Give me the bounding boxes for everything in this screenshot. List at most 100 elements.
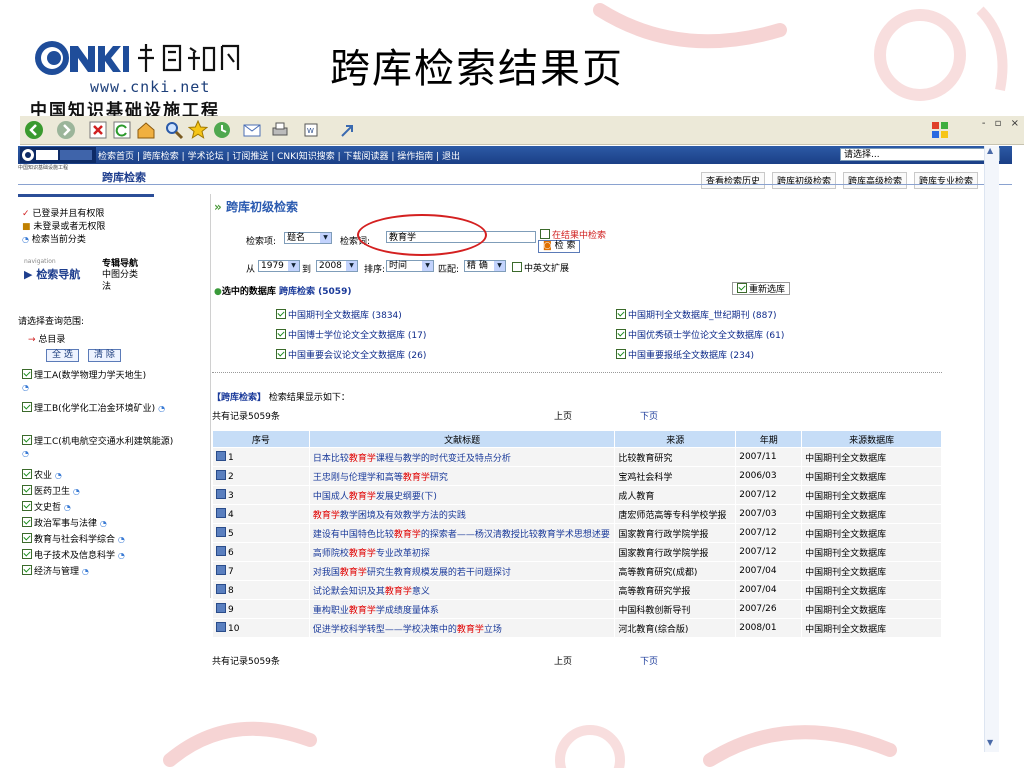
favorites-icon[interactable] (188, 120, 208, 140)
row-title[interactable]: 重构职业教育学学成绩度量体系 (308, 599, 616, 619)
checkbox[interactable] (22, 501, 32, 511)
nav-link-cross-db[interactable]: 跨库检索 (143, 152, 179, 162)
row-title[interactable]: 日本比较教育学课程与教学的时代变迁及特点分析 (308, 447, 616, 467)
back-icon[interactable] (24, 120, 44, 140)
db-item[interactable]: 中国重要会议论文全文数据库 (26) (276, 348, 426, 361)
window-controls[interactable]: - ▫ × (982, 118, 1022, 129)
search-icon[interactable]: ◔ (64, 503, 71, 512)
prev-page-link[interactable]: 上页 (554, 654, 572, 667)
table-row[interactable]: 2 王忠刚与伦理学和高等教育学研究 宝鸡社会科学 2006/03 中国期刊全文数据库 (212, 466, 942, 486)
search-icon[interactable]: ◔ (100, 519, 107, 528)
search-button[interactable]: ◙ 检 索 (538, 240, 581, 253)
row-title[interactable]: 促进学校科学转型——学校决策中的教育学立场 (308, 618, 616, 638)
home-icon[interactable] (136, 120, 156, 140)
select-all-button[interactable]: 全 选 (46, 349, 79, 362)
search-icon[interactable]: ◔ (158, 404, 165, 413)
search-icon[interactable]: ◔ (118, 535, 125, 544)
prev-page-link[interactable]: 上页 (554, 409, 572, 422)
checkbox[interactable] (22, 435, 32, 445)
print-icon[interactable] (270, 120, 290, 140)
next-page-link[interactable]: 下页 (640, 654, 658, 667)
table-row[interactable]: 8 试论默会知识及其教育学意义 高等教育研究学报 2007/04 中国期刊全文数据库 (212, 580, 942, 600)
table-row[interactable]: 9 重构职业教育学学成绩度量体系 中国科教创新导刊 2007/26 中国期刊全文数据库 (212, 599, 942, 619)
search-icon[interactable] (164, 120, 184, 140)
row-title[interactable]: 王忠刚与伦理学和高等教育学研究 (308, 466, 616, 486)
checkbox[interactable] (22, 402, 32, 412)
scroll-up-icon[interactable]: ▲ (987, 146, 993, 155)
checkbox[interactable] (22, 517, 32, 527)
scroll-down-icon[interactable]: ▼ (987, 738, 993, 747)
nav-link-subscribe[interactable]: 订阅推送 (232, 152, 268, 162)
messenger-icon[interactable] (338, 120, 358, 140)
category-item[interactable]: 农业 ◔ (22, 468, 62, 481)
checkbox[interactable] (616, 329, 626, 339)
sort-select[interactable]: 时间 ▼ (386, 260, 434, 272)
row-title[interactable]: 对我国教育学研究生教育规模发展的若干问题探讨 (308, 561, 616, 581)
vertical-scrollbar[interactable]: ▲ ▼ (984, 146, 999, 752)
row-title[interactable]: 教育学教学困境及有效教学方法的实践 (308, 504, 616, 524)
nav-link-search-home[interactable]: 检索首页 (98, 152, 134, 162)
checkbox[interactable] (22, 565, 32, 575)
checkbox[interactable] (512, 262, 522, 272)
table-row[interactable]: 10 促进学校科学转型——学校决策中的教育学立场 河北教育(综合版) 2008/01 中… (212, 618, 942, 638)
db-item[interactable]: 中国优秀硕士学位论文全文数据库 (61) (616, 328, 784, 341)
checkbox[interactable] (540, 229, 550, 239)
tab-expert-search[interactable]: 跨库专业检索 (914, 172, 979, 189)
category-item[interactable]: 理工C(机电航空交通水利建筑能源) ◔ (22, 435, 182, 460)
category-item[interactable]: 理工B(化学化工冶金环境矿业) ◔ (22, 402, 182, 415)
checkbox[interactable] (276, 309, 286, 319)
nav-link-guide[interactable]: 操作指南 (397, 152, 433, 162)
category-item[interactable]: 文史哲 ◔ (22, 500, 71, 513)
checkbox[interactable] (616, 309, 626, 319)
db-item[interactable]: 中国期刊全文数据库_世纪期刊 (887) (616, 308, 777, 321)
tab-search-history[interactable]: 查看检索历史 (701, 172, 766, 189)
search-icon[interactable]: ◔ (22, 383, 29, 392)
checkbox[interactable] (22, 533, 32, 543)
checkbox[interactable] (22, 469, 32, 479)
category-item[interactable]: 政治军事与法律 ◔ (22, 516, 107, 529)
checkbox[interactable] (276, 349, 286, 359)
match-select[interactable]: 精 确 ▼ (464, 260, 506, 272)
category-item[interactable]: 电子技术及信息科学 ◔ (22, 548, 125, 561)
table-row[interactable]: 5 建设有中国特色比较教育学的探索者——杨汉清教授比较教育学术思想述要 国家教育行政… (212, 523, 942, 543)
next-page-link[interactable]: 下页 (640, 409, 658, 422)
search-icon[interactable]: ◔ (82, 567, 89, 576)
db-item[interactable]: 中国期刊全文数据库 (3834) (276, 308, 402, 321)
category-item[interactable]: 理工A(数学物理力学天地生) ◔ (22, 369, 182, 394)
history-icon[interactable] (212, 120, 232, 140)
table-row[interactable]: 3 中国成人教育学发展史纲要(下) 成人教育 2007/12 中国期刊全文数据库 (212, 485, 942, 505)
checkbox[interactable] (22, 549, 32, 559)
db-item[interactable]: 中国博士学位论文全文数据库 (17) (276, 328, 426, 341)
checkbox[interactable] (22, 369, 32, 379)
category-item[interactable]: 经济与管理 ◔ (22, 564, 89, 577)
table-row[interactable]: 6 高师院校教育学专业改革初探 国家教育行政学院学报 2007/12 中国期刊全文数据库 (212, 542, 942, 562)
nav-link-album[interactable]: 专辑导航 (102, 256, 138, 269)
nav-link-download-reader[interactable]: 下载阅读器 (343, 152, 388, 162)
search-icon[interactable]: ◔ (118, 551, 125, 560)
reselect-db-button[interactable]: 重新选库 (732, 282, 791, 295)
db-item[interactable]: 中国重要报纸全文数据库 (234) (616, 348, 754, 361)
root-directory[interactable]: → 总目录 (28, 332, 65, 345)
nav-link-forum[interactable]: 学术论坛 (188, 152, 224, 162)
table-row[interactable]: 7 对我国教育学研究生教育规模发展的若干问题探讨 高等教育研究(成都) 2007/04… (212, 561, 942, 581)
checkbox[interactable] (276, 329, 286, 339)
search-icon[interactable]: ◔ (55, 471, 62, 480)
search-icon[interactable]: ◔ (22, 449, 29, 458)
refresh-icon[interactable] (112, 120, 132, 140)
forward-icon[interactable] (56, 120, 76, 140)
field-select[interactable]: 题名 ▼ (284, 232, 332, 244)
row-title[interactable]: 高师院校教育学专业改革初探 (308, 542, 616, 562)
search-icon[interactable]: ◔ (73, 487, 80, 496)
nav-link-knowledge-search[interactable]: CNKI知识搜索 (277, 152, 335, 162)
nav-link-clc[interactable]: 中图分类法 (102, 269, 142, 293)
row-title[interactable]: 中国成人教育学发展史纲要(下) (308, 485, 616, 505)
mail-icon[interactable] (242, 120, 262, 140)
edit-icon[interactable]: W (302, 120, 322, 140)
nav-select-dropdown[interactable]: 请选择... ▼ (840, 148, 1000, 161)
checkbox[interactable] (616, 349, 626, 359)
stop-icon[interactable] (88, 120, 108, 140)
table-row[interactable]: 1 日本比较教育学课程与教学的时代变迁及特点分析 比较教育研究 2007/11 中国期刊… (212, 447, 942, 467)
checkbox[interactable] (22, 485, 32, 495)
category-item[interactable]: 医药卫生 ◔ (22, 484, 80, 497)
row-title[interactable]: 建设有中国特色比较教育学的探索者——杨汉清教授比较教育学术思想述要 (308, 523, 616, 543)
